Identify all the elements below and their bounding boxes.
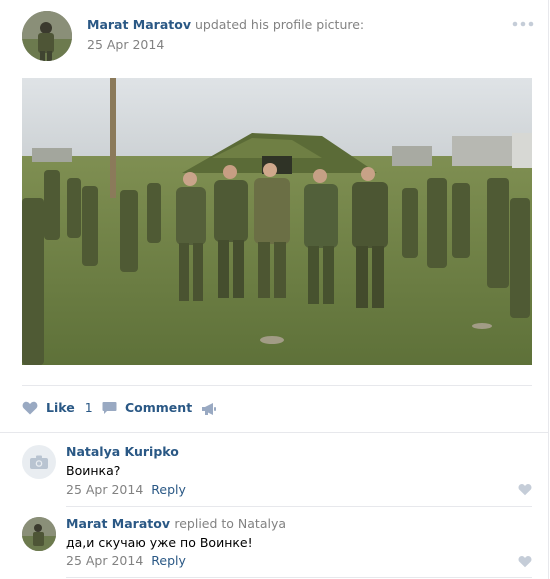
- post-divider: [22, 385, 532, 386]
- more-dots-icon[interactable]: [512, 20, 534, 28]
- comment-author[interactable]: Natalya Kuripko: [66, 444, 179, 459]
- post-date[interactable]: 25 Apr 2014: [87, 37, 164, 52]
- comment-date[interactable]: 25 Apr 2014: [66, 553, 143, 568]
- reply-button[interactable]: Reply: [151, 553, 186, 568]
- comment-date[interactable]: 25 Apr 2014: [66, 482, 143, 497]
- heart-icon: [22, 401, 38, 414]
- comment-label: Comment: [125, 400, 193, 415]
- comment-meta: 25 Apr 2014 Reply: [66, 553, 186, 568]
- post-action-text: updated his profile picture:: [194, 17, 365, 32]
- like-count: 1: [84, 400, 93, 415]
- comment-divider: [66, 506, 532, 507]
- commenter-avatar[interactable]: [22, 445, 56, 479]
- comment-like-icon[interactable]: [518, 555, 532, 568]
- comment-text: да,и скучаю уже по Воинке!: [66, 535, 253, 550]
- post-photo[interactable]: [22, 78, 532, 365]
- comment-text: Воинка?: [66, 463, 121, 478]
- camera-icon: [30, 455, 48, 469]
- comment-button[interactable]: Comment: [102, 400, 192, 415]
- comment-like-icon[interactable]: [518, 483, 532, 496]
- comment-header: Marat Maratov replied to Natalya: [66, 516, 286, 531]
- comment-author[interactable]: Marat Maratov: [66, 516, 170, 531]
- post-card: Marat Maratov updated his profile pictur…: [0, 0, 549, 579]
- reply-button[interactable]: Reply: [151, 482, 186, 497]
- like-button[interactable]: Like 1: [22, 400, 93, 415]
- author-avatar[interactable]: [22, 11, 72, 61]
- comment-icon: [102, 401, 117, 414]
- comment-divider: [66, 577, 532, 578]
- post-header: Marat Maratov updated his profile pictur…: [87, 17, 364, 32]
- comment-meta: 25 Apr 2014 Reply: [66, 482, 186, 497]
- comments-divider: [0, 432, 549, 433]
- megaphone-icon[interactable]: [201, 402, 217, 416]
- reply-to-text[interactable]: replied to Natalya: [174, 516, 286, 531]
- author-name[interactable]: Marat Maratov: [87, 17, 191, 32]
- like-label: Like: [46, 400, 75, 415]
- commenter-avatar[interactable]: [22, 517, 56, 551]
